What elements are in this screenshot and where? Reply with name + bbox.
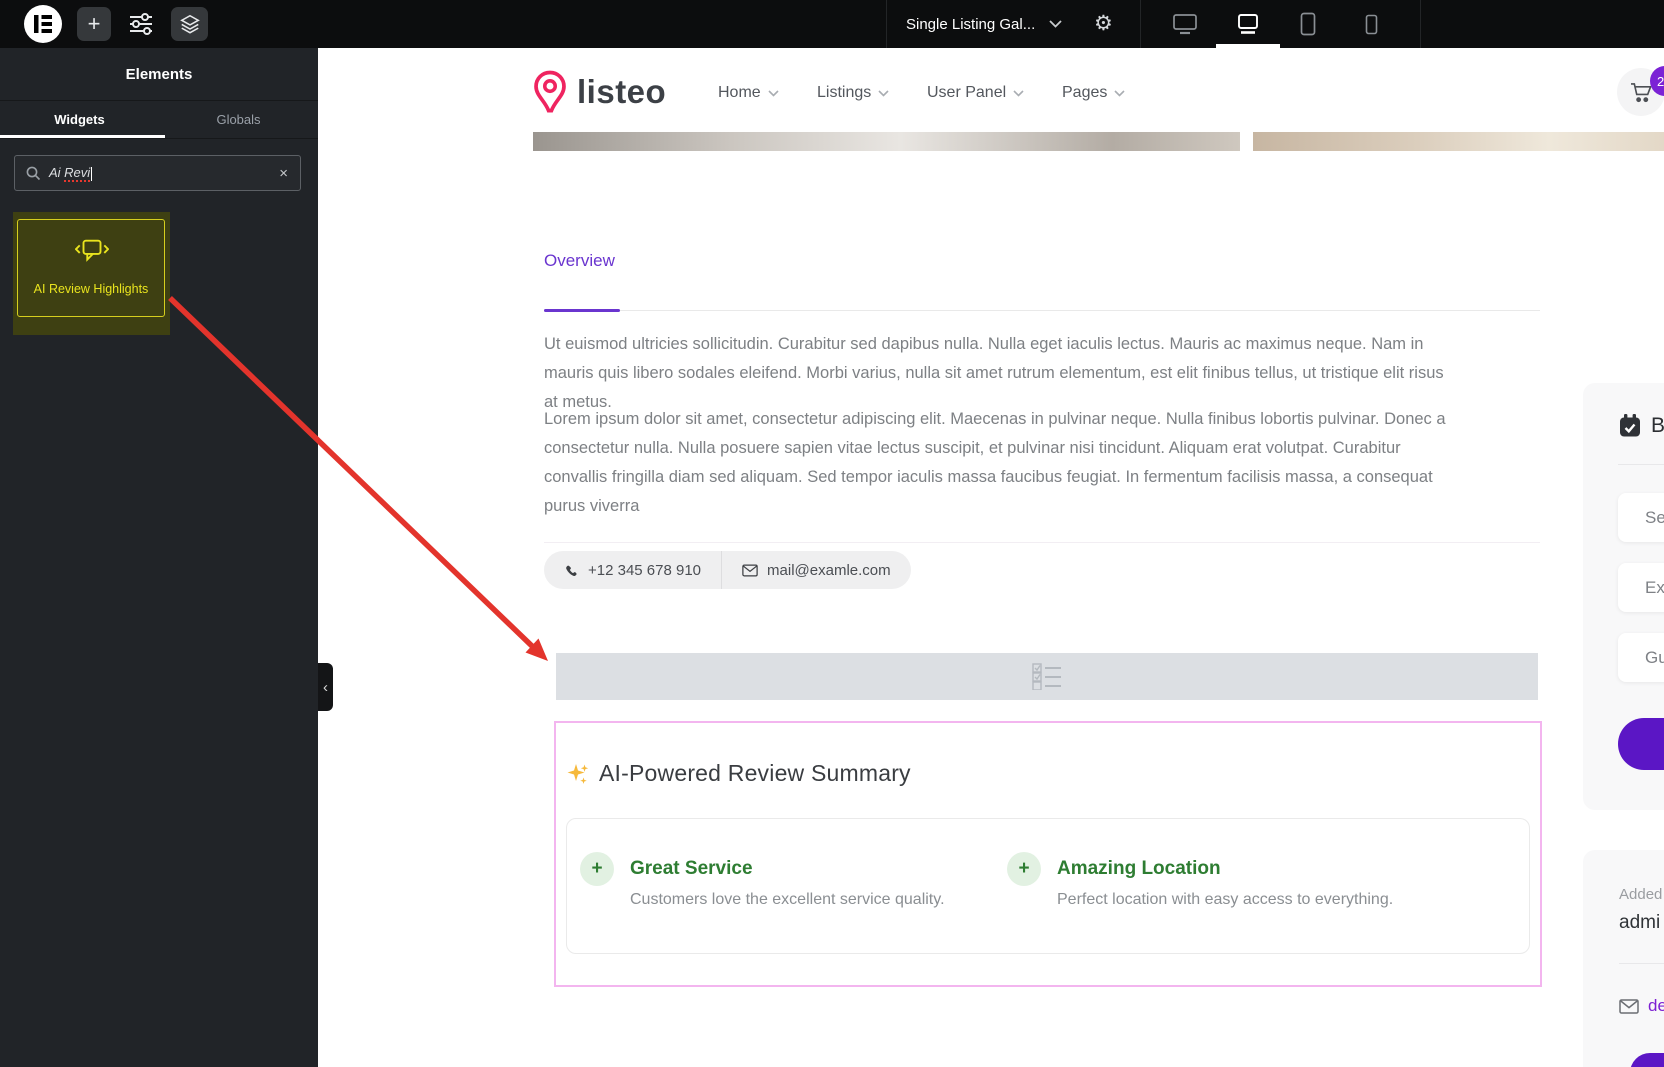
highlight-title: Amazing Location bbox=[1057, 858, 1221, 879]
toolbar-divider bbox=[1420, 0, 1421, 48]
site-settings-filters-button[interactable] bbox=[124, 7, 158, 41]
toolbar-divider bbox=[1140, 0, 1141, 48]
widget-search-input[interactable]: Ai Revi × bbox=[14, 155, 301, 191]
booking-panel-header: B bbox=[1618, 413, 1664, 438]
section-divider bbox=[544, 542, 1540, 543]
phone-icon bbox=[564, 563, 588, 578]
nav-pages[interactable]: Pages bbox=[1062, 82, 1125, 104]
chevron-down-icon bbox=[761, 89, 779, 97]
envelope-icon bbox=[1619, 998, 1639, 1014]
host-email-link[interactable]: de bbox=[1648, 996, 1664, 1016]
contact-host-button[interactable] bbox=[1630, 1053, 1664, 1067]
chevron-left-icon: ‹ bbox=[323, 678, 328, 696]
chevron-down-icon bbox=[1049, 20, 1062, 28]
chevron-down-icon bbox=[1107, 89, 1125, 97]
site-logo[interactable]: listeo bbox=[533, 66, 666, 118]
empty-widget-placeholder[interactable] bbox=[556, 653, 1538, 700]
highlight-title: Great Service bbox=[630, 858, 753, 879]
template-switcher[interactable]: Single Listing Gal... bbox=[906, 0, 1062, 48]
editor-toolbar: + Single Listing Gal... ⚙ bbox=[0, 0, 1664, 48]
tab-widgets[interactable]: Widgets bbox=[0, 100, 159, 138]
elementor-menu-button[interactable] bbox=[24, 5, 62, 43]
tab-rule-active bbox=[544, 309, 620, 312]
chevron-down-icon bbox=[871, 89, 889, 97]
description-paragraph-2: Lorem ipsum dolor sit amet, consectetur … bbox=[544, 410, 1446, 515]
envelope-icon bbox=[742, 564, 767, 577]
settings-button[interactable]: ⚙ bbox=[1094, 13, 1113, 35]
booking-field-guests[interactable]: Gue bbox=[1618, 633, 1664, 682]
description-paragraph-1: Ut euismod ultricies sollicitudin. Curab… bbox=[544, 335, 1444, 411]
active-tab-underline bbox=[0, 135, 165, 138]
device-tablet-button[interactable] bbox=[1300, 12, 1316, 36]
contact-bar: +12 345 678 910 mail@examle.com bbox=[544, 551, 911, 589]
phone-number: +12 345 678 910 bbox=[588, 561, 702, 579]
booking-field-dates[interactable]: Sel bbox=[1618, 493, 1664, 542]
host-name: admi bbox=[1619, 912, 1661, 933]
add-element-button[interactable]: + bbox=[77, 7, 111, 41]
email-link[interactable]: mail@examle.com bbox=[722, 551, 911, 589]
host-email-row: de bbox=[1619, 996, 1664, 1016]
code-comment-icon bbox=[75, 238, 109, 266]
map-pin-icon bbox=[533, 70, 567, 114]
nav-home[interactable]: Home bbox=[718, 82, 779, 104]
elements-panel: Elements Widgets Globals Ai Revi × AI Re… bbox=[0, 48, 318, 1067]
brand-name: listeo bbox=[577, 73, 667, 110]
tab-rule bbox=[544, 310, 1540, 311]
mobile-icon bbox=[1365, 14, 1378, 35]
highlight-description: Perfect location with easy access to eve… bbox=[1057, 891, 1394, 908]
laptop-icon bbox=[1235, 13, 1261, 35]
phone-link[interactable]: +12 345 678 910 bbox=[544, 551, 721, 589]
device-laptop-button[interactable] bbox=[1235, 13, 1261, 35]
highlight-description: Customers love the excellent service qua… bbox=[630, 891, 945, 908]
navigator-button[interactable] bbox=[171, 7, 208, 41]
elementor-editor: + Single Listing Gal... ⚙ Elements Widge… bbox=[0, 0, 1664, 1067]
booking-panel: B Sel Ext Gue bbox=[1583, 383, 1664, 810]
book-now-button[interactable] bbox=[1618, 718, 1664, 770]
desktop-icon bbox=[1172, 13, 1198, 35]
panel-tabs: Widgets Globals bbox=[0, 100, 318, 139]
nav-listings[interactable]: Listings bbox=[817, 82, 889, 104]
calendar-check-icon bbox=[1618, 413, 1642, 438]
ai-review-summary-widget[interactable]: AI-Powered Review Summary + Great Servic… bbox=[554, 721, 1542, 987]
device-desktop-button[interactable] bbox=[1172, 13, 1198, 35]
nav-user-panel[interactable]: User Panel bbox=[927, 82, 1024, 104]
clear-search-icon[interactable]: × bbox=[279, 165, 288, 182]
highlights-container: + Great Service Customers love the excel… bbox=[566, 818, 1530, 954]
plus-bullet-icon: + bbox=[1007, 852, 1041, 886]
gear-icon: ⚙ bbox=[1094, 12, 1113, 35]
panel-title: Elements bbox=[0, 48, 318, 101]
chevron-down-icon bbox=[1006, 89, 1024, 97]
text-caret bbox=[91, 166, 93, 181]
tab-globals[interactable]: Globals bbox=[159, 100, 318, 138]
checklist-icon bbox=[1032, 663, 1062, 690]
summary-header: AI-Powered Review Summary bbox=[566, 760, 911, 787]
sparkles-icon bbox=[566, 762, 590, 786]
summary-title: AI-Powered Review Summary bbox=[599, 760, 911, 786]
host-panel: Added admi de bbox=[1583, 850, 1664, 1067]
added-by-label: Added bbox=[1619, 886, 1663, 903]
cart-icon bbox=[1630, 82, 1653, 103]
plus-bullet-icon: + bbox=[580, 852, 614, 886]
panel-divider bbox=[1619, 963, 1664, 964]
search-icon bbox=[25, 165, 41, 181]
template-name: Single Listing Gal... bbox=[906, 15, 1036, 33]
booking-title-visible: B bbox=[1651, 413, 1664, 437]
device-mobile-button[interactable] bbox=[1365, 14, 1378, 35]
elementor-logo-icon bbox=[34, 15, 52, 33]
toolbar-divider bbox=[886, 0, 887, 48]
email-address: mail@examle.com bbox=[767, 561, 891, 579]
sliders-icon bbox=[128, 11, 154, 37]
panel-collapse-button[interactable]: ‹ bbox=[318, 663, 333, 711]
panel-divider bbox=[1618, 464, 1664, 465]
tablet-icon bbox=[1300, 12, 1316, 36]
layers-icon bbox=[179, 13, 201, 35]
gallery-image-left[interactable] bbox=[533, 132, 1240, 151]
search-value: Ai Revi bbox=[49, 165, 93, 183]
widget-ai-review-highlights[interactable]: AI Review Highlights bbox=[17, 219, 165, 317]
tab-overview[interactable]: Overview bbox=[544, 251, 615, 271]
plus-icon: + bbox=[87, 11, 101, 36]
widget-label: AI Review Highlights bbox=[33, 282, 149, 296]
booking-field-extras[interactable]: Ext bbox=[1618, 563, 1664, 612]
gallery-image-right[interactable] bbox=[1253, 132, 1664, 151]
